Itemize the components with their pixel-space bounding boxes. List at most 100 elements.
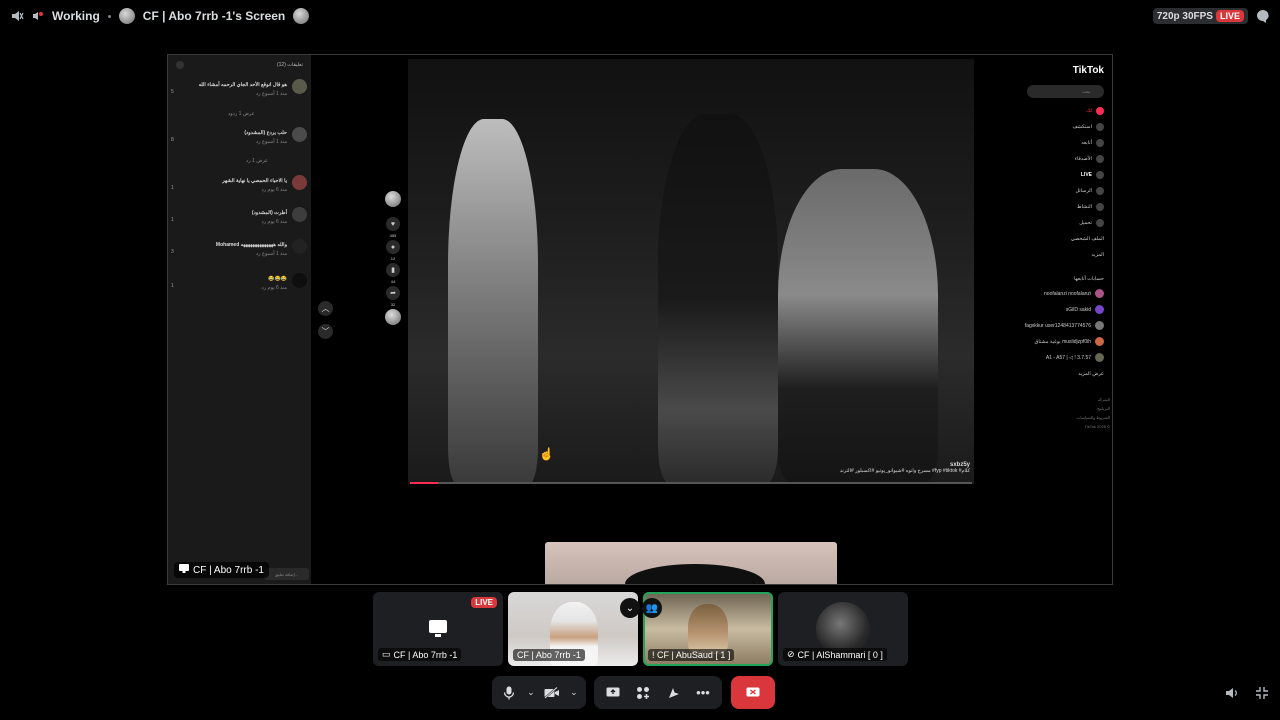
- view-replies-link[interactable]: عرض 1 ردود: [228, 111, 255, 117]
- soundboard-button[interactable]: [660, 680, 686, 706]
- comment-meta: منذ 1 أسبوع رد: [255, 91, 287, 97]
- exit-fullscreen-button[interactable]: [1252, 683, 1272, 703]
- chevron-down-icon[interactable]: ⌄: [525, 680, 537, 706]
- microphone-button[interactable]: [498, 680, 521, 706]
- comment-count: 12: [390, 256, 396, 261]
- heart-icon[interactable]: ♥: [386, 217, 400, 231]
- following-account[interactable]: A1 - A57 | ◁ ! 3.7.57: [1046, 353, 1104, 362]
- menu-label: تحميل: [1079, 220, 1092, 226]
- send-icon: [1096, 187, 1104, 195]
- comment-item: حلب يردع (المشدود) منذ 1 أسبوع رد 8: [168, 127, 311, 157]
- activities-button[interactable]: [630, 680, 656, 706]
- chevron-down-icon[interactable]: ⌄: [568, 680, 580, 706]
- menu-label: لك: [1086, 108, 1092, 114]
- comment-like-count[interactable]: 3: [171, 249, 174, 255]
- video-figure-right: [778, 169, 938, 484]
- menu-item-for-you[interactable]: لك: [1086, 107, 1104, 115]
- top-bar-right: 720p 30FPS LIVE: [1152, 8, 1270, 24]
- participant-name: ! CF | AbuSaud [ 1 ]: [652, 650, 731, 660]
- tiktok-search-input[interactable]: بحث: [1027, 85, 1104, 98]
- comment-text: Mohamed والله ‏ههههههههههههههه: [215, 242, 287, 248]
- following-account[interactable]: sGilD sakid: [1066, 305, 1104, 314]
- disconnect-button[interactable]: [731, 676, 775, 709]
- footer-link[interactable]: الشركة: [1077, 395, 1110, 404]
- following-account-name: بوغية مشتاق muslidjzpf0ih: [1034, 338, 1091, 345]
- following-account[interactable]: fagxkkur user1248413774576: [1025, 321, 1104, 330]
- participant-tile-speaking[interactable]: ! CF | AbuSaud [ 1 ]: [643, 592, 773, 666]
- video-player[interactable]: sxbz5y مسرح وانوه #شبوانو_يوتيو #اكسبلور…: [408, 59, 974, 484]
- chevron-down-icon: ﹀: [321, 327, 330, 336]
- speaker-muted-icon[interactable]: [10, 9, 24, 23]
- participant-tile-camera[interactable]: CF | Abo 7rrb -1: [508, 592, 638, 666]
- soundboard-icon: [669, 687, 679, 698]
- comment-like-count[interactable]: 1: [171, 283, 174, 289]
- comment-meta: منذ 6 يوم رد: [261, 219, 287, 225]
- menu-item-more[interactable]: المزيد: [1091, 252, 1104, 258]
- menu-item-friends[interactable]: الأصدقاء: [1075, 155, 1104, 163]
- comment-icon[interactable]: ●: [386, 240, 400, 254]
- share-count: 32: [390, 302, 396, 307]
- menu-item-activity[interactable]: النشاط: [1077, 203, 1104, 211]
- video-caption: sxbz5y مسرح وانوه #شبوانو_يوتيو #اكسبلور…: [840, 462, 970, 474]
- menu-item-messages[interactable]: الرسائل: [1075, 187, 1104, 195]
- following-avatar: [1095, 353, 1104, 362]
- camera-off-button[interactable]: [541, 680, 564, 706]
- following-icon: [1096, 139, 1104, 147]
- comment-like-count[interactable]: 1: [171, 185, 174, 191]
- chat-bubble-icon[interactable]: [1256, 9, 1270, 23]
- participant-tile-avatar[interactable]: ⊘ CF | AlShammari [ 0 ]: [778, 592, 908, 666]
- share-icon[interactable]: ➦: [386, 286, 400, 300]
- participant-name: CF | Abo 7rrb -1: [393, 649, 458, 660]
- footer-copyright: TikTok 2025 ©: [1084, 424, 1110, 429]
- stream-name-text: CF | Abo 7rrb -1: [193, 564, 264, 576]
- menu-item-profile[interactable]: الملف الشخصي: [1071, 236, 1104, 242]
- comment-like-count[interactable]: 8: [171, 137, 174, 143]
- menu-item-live[interactable]: LIVE: [1081, 171, 1104, 179]
- bookmark-icon[interactable]: ▮: [386, 263, 400, 277]
- comment-text: يا الاحباء الحمصي يا نهاية الشهر: [222, 178, 287, 184]
- creator-avatar[interactable]: [385, 191, 401, 207]
- see-more-link[interactable]: عرض المزيد: [1078, 371, 1104, 377]
- menu-label: الملف الشخصي: [1070, 236, 1104, 242]
- following-account[interactable]: بوغية مشتاق muslidjzpf0ih: [1034, 337, 1104, 346]
- previous-video-button[interactable]: ︿: [318, 301, 333, 316]
- menu-item-following[interactable]: أتابعه: [1081, 139, 1104, 147]
- following-account[interactable]: noofalanzi noofalanzi: [1044, 289, 1104, 298]
- sound-disc-icon[interactable]: [385, 309, 401, 325]
- comment-item: هو قال انوقع الأحد الجاي الرحمه أمشاء ال…: [168, 79, 311, 109]
- more-options-button[interactable]: •••: [690, 680, 716, 706]
- comment-meta: منذ 1 أسبوع رد: [255, 251, 287, 257]
- streamer-avatar-secondary: [293, 8, 310, 24]
- comment-like-count[interactable]: 1: [171, 217, 174, 223]
- comment-text: أطرت (المشدود): [251, 210, 287, 216]
- volume-button[interactable]: [1222, 683, 1242, 703]
- video-progress-bar[interactable]: [410, 482, 972, 484]
- camera-off-icon: [544, 686, 560, 699]
- menu-label: النشاط: [1076, 204, 1092, 210]
- top-bar: Working CF | Abo 7rrb -1's Screen 720p 3…: [0, 0, 1280, 32]
- channel-name[interactable]: Working: [52, 9, 100, 23]
- next-video-button[interactable]: ﹀: [318, 324, 333, 339]
- share-screen-button[interactable]: [600, 680, 626, 706]
- comment-like-count[interactable]: 5: [171, 89, 174, 95]
- quality-text: 720p 30FPS: [1156, 10, 1213, 22]
- participant-label: CF | Abo 7rrb -1: [513, 649, 585, 661]
- close-comments-icon[interactable]: [176, 61, 184, 69]
- participant-tile-screen[interactable]: LIVE ▭ CF | Abo 7rrb -1: [373, 592, 503, 666]
- participant-label: ▭ CF | Abo 7rrb -1: [378, 648, 462, 661]
- comment-avatar: [292, 175, 307, 190]
- screen-share-stream[interactable]: تعليقات (12) هو قال انوقع الأحد الجاي ال…: [167, 54, 1113, 585]
- view-replies-link[interactable]: عرض 1 رد: [246, 158, 268, 164]
- tiktok-logo[interactable]: TikTok: [1073, 65, 1104, 76]
- camera-overlay-preview: [545, 542, 837, 584]
- save-count: 44: [390, 279, 396, 284]
- comment-input[interactable]: إضافة تعليق...: [264, 568, 309, 580]
- people-icon[interactable]: 👥: [642, 598, 662, 618]
- menu-label: الرسائل: [1075, 188, 1092, 194]
- footer-link[interactable]: البرنامج: [1077, 404, 1110, 413]
- menu-item-explore[interactable]: استكشف: [1073, 123, 1104, 131]
- chevron-down-icon[interactable]: ⌄: [620, 598, 640, 618]
- footer-link[interactable]: الشروط والسياسات: [1077, 413, 1110, 422]
- menu-item-upload[interactable]: تحميل: [1079, 219, 1104, 227]
- following-section-title: حسابات أتابعها: [1073, 276, 1104, 282]
